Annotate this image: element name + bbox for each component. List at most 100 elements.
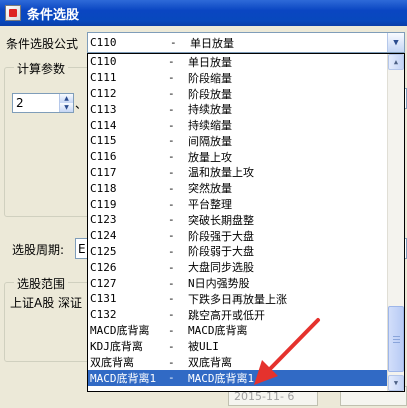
list-item-name: 阶段放量 [188, 87, 232, 101]
dropdown-scrollbar[interactable]: ▲ ▼ [387, 54, 404, 391]
period-value: E [78, 241, 86, 256]
stepper-up-icon[interactable]: ▲ [59, 94, 73, 103]
list-item[interactable]: C113 - 持续放量 [88, 101, 388, 117]
range-markets: 上证A股 深证 [10, 296, 83, 310]
list-item-separator: - [168, 371, 175, 385]
list-item-code: C111 [90, 71, 117, 85]
range-group-title: 选股范围 [14, 275, 69, 292]
list-item-name: 大盘同步选股 [188, 261, 254, 275]
list-item[interactable]: C118 - 突然放量 [88, 180, 388, 196]
list-item-code: C126 [90, 260, 117, 274]
list-item-name: 阶段缩量 [188, 71, 232, 85]
combo-name: 单日放量 [190, 36, 234, 50]
list-item-name: 持续缩量 [188, 119, 232, 133]
list-item[interactable]: C126 - 大盘同步选股 [88, 259, 388, 275]
list-item-separator: - [168, 71, 175, 85]
list-item[interactable]: C132 - 跳空高开或低开 [88, 307, 388, 323]
list-item-name: 被ULI [188, 340, 219, 354]
list-item-name: 下跌多日再放量上涨 [188, 292, 287, 306]
app-icon [5, 5, 21, 21]
list-item-separator: - [168, 150, 175, 164]
title-bar: 条件选股 [0, 0, 407, 26]
stepper-down-icon[interactable]: ▼ [59, 103, 73, 112]
list-item-code: C125 [90, 244, 117, 258]
list-item-separator: - [168, 165, 175, 179]
list-item-separator: - [168, 118, 175, 132]
period-label: 选股周期: [12, 243, 65, 257]
list-item[interactable]: 双底背离 - 双底背离 [88, 354, 388, 370]
list-item-name: 单日放量 [188, 55, 232, 69]
list-item-code: C117 [90, 165, 117, 179]
formula-dropdown-list[interactable]: C110- 单日放量 C111- 阶段缩量 C112- 阶段放量 C113- 持续放量 C114… [87, 53, 405, 392]
param1-suffix: 、 [75, 97, 88, 111]
list-item-code: KDJ底背离 [90, 340, 143, 354]
scroll-down-icon[interactable]: ▼ [388, 375, 404, 391]
list-item-code: C112 [90, 86, 117, 100]
chevron-down-icon[interactable]: ▼ [387, 33, 404, 52]
list-item-name: 突然放量 [188, 182, 232, 196]
formula-list[interactable]: C110- 单日放量 C111- 阶段缩量 C112- 阶段放量 C113- 持续放量 C114… [88, 54, 388, 391]
list-item-code: C118 [90, 181, 117, 195]
list-item-separator: - [168, 102, 175, 116]
list-item-separator: - [168, 229, 175, 243]
list-item-code: C131 [90, 292, 117, 306]
list-item[interactable]: C127 - N日内强势股 [88, 275, 388, 291]
list-item-name: 跳空高开或低开 [188, 308, 265, 322]
list-item-name: 间隔放量 [188, 134, 232, 148]
list-item[interactable]: C112 - 阶段放量 [88, 86, 388, 102]
list-item-separator: - [168, 213, 175, 227]
list-item[interactable]: C123 - 突破长期盘整 [88, 212, 388, 228]
list-item-separator: - [168, 339, 175, 353]
list-item[interactable]: C110 - 单日放量 [88, 54, 388, 70]
list-item-code: C123 [90, 213, 117, 227]
list-item-code: MACD底背离 [90, 324, 150, 338]
list-item[interactable]: C119 - 平台整理 [88, 196, 388, 212]
list-item-name: 持续放量 [188, 103, 232, 117]
grip-line [393, 339, 400, 340]
window-title: 条件选股 [27, 7, 80, 23]
list-item[interactable]: C115 - 间隔放量 [88, 133, 388, 149]
list-item-separator: - [168, 308, 175, 322]
list-item[interactable]: KDJ底背离 - 被ULI [88, 338, 388, 354]
list-item-name: 阶段弱于大盘 [188, 245, 254, 259]
list-item-code: C124 [90, 229, 117, 243]
scrollbar-thumb[interactable] [388, 306, 404, 372]
list-item-name: 平台整理 [188, 198, 232, 212]
list-item-name: 阶段强于大盘 [188, 229, 254, 243]
param1-value: 2 [16, 96, 24, 110]
list-item-code: C114 [90, 118, 117, 132]
param1-stepper[interactable]: 2 ▲ ▼ [12, 93, 74, 113]
list-item[interactable]: C125 - 阶段弱于大盘 [88, 244, 388, 260]
params-group-title: 计算参数 [14, 60, 69, 77]
list-item-separator: - [168, 244, 175, 258]
list-item-separator: - [168, 197, 175, 211]
list-item-code: C115 [90, 134, 117, 148]
formula-combobox[interactable]: C110 - 单日放量 ▼ [87, 32, 405, 53]
list-item[interactable]: MACD底背离1- MACD底背离1 [88, 369, 388, 386]
list-item-code: C116 [90, 150, 117, 164]
list-item[interactable]: MACD底背离 - MACD底背离 [88, 323, 388, 339]
list-item-separator: - [168, 181, 175, 195]
list-item[interactable]: C111 - 阶段缩量 [88, 70, 388, 86]
scroll-up-icon[interactable]: ▲ [388, 54, 404, 70]
list-item-name: 温和放量上攻 [188, 166, 254, 180]
combo-separator: - [170, 36, 177, 49]
list-item-separator: - [168, 292, 175, 306]
list-item-separator: - [168, 86, 175, 100]
stepper-buttons[interactable]: ▲ ▼ [59, 94, 73, 112]
grip-line [393, 336, 400, 337]
list-item-name: N日内强势股 [188, 277, 250, 291]
list-item-name: MACD底背离 [188, 324, 248, 338]
list-item[interactable]: C131 - 下跌多日再放量上涨 [88, 291, 388, 307]
list-item[interactable]: C114 - 持续缩量 [88, 117, 388, 133]
list-item[interactable]: C117 - 温和放量上攻 [88, 165, 388, 181]
list-item-code: MACD底背离1 [90, 371, 157, 385]
params-groupbox [4, 67, 90, 217]
list-item[interactable]: C124 - 阶段强于大盘 [88, 228, 388, 244]
list-item-code: C110 [90, 55, 117, 69]
list-item-code: 双底背离 [90, 356, 134, 370]
list-item-separator: - [168, 134, 175, 148]
list-item-name: MACD底背离1 [188, 371, 255, 385]
list-item-name: 双底背离 [188, 356, 232, 370]
list-item[interactable]: C116 - 放量上攻 [88, 149, 388, 165]
